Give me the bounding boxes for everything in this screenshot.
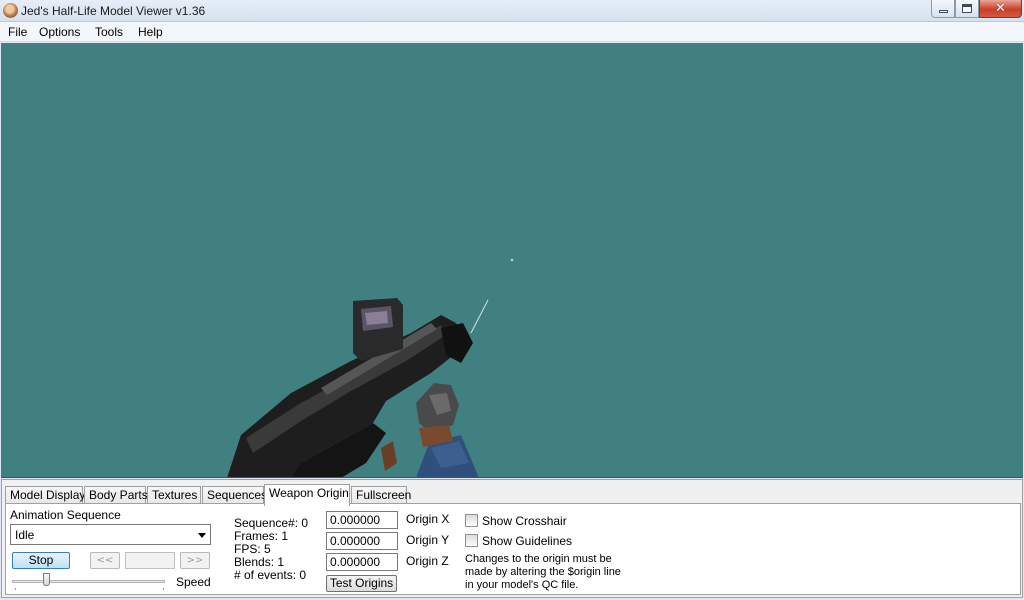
show-guidelines-label[interactable]: Show Guidelines [482, 534, 572, 548]
prev-frame-button[interactable]: << [90, 552, 120, 569]
chevron-down-icon [198, 533, 206, 538]
note-line: made by altering the $origin line [465, 566, 621, 578]
control-panel: Model Display Body Parts Textures Sequen… [1, 479, 1023, 598]
menu-file[interactable]: File [8, 25, 27, 39]
close-icon: ✕ [995, 1, 1006, 16]
close-button[interactable]: ✕ [979, 0, 1022, 18]
animation-sequence-select[interactable]: Idle [10, 524, 211, 545]
origin-x-label: Origin X [406, 512, 450, 526]
origin-note: Changes to the origin must be made by al… [465, 553, 635, 592]
title-bar[interactable]: Jed's Half-Life Model Viewer v1.36 ✕ [0, 0, 1024, 22]
speed-slider[interactable] [12, 572, 166, 590]
show-crosshair-label[interactable]: Show Crosshair [482, 514, 567, 528]
test-origins-button[interactable]: Test Origins [326, 575, 397, 592]
origin-y-input[interactable] [326, 532, 398, 550]
model-viewport[interactable] [1, 43, 1023, 478]
minimize-icon [938, 10, 948, 13]
slider-tick [163, 588, 164, 590]
app-icon [3, 3, 18, 18]
fps-value: FPS: 5 [234, 542, 271, 556]
next-frame-button[interactable]: >> [180, 552, 210, 569]
tab-model-display[interactable]: Model Display [5, 486, 85, 504]
restore-button[interactable] [955, 0, 979, 18]
speed-label: Speed [176, 575, 211, 589]
show-guidelines-checkbox[interactable] [465, 534, 478, 547]
origin-z-input[interactable] [326, 553, 398, 571]
sequence-number: Sequence#: 0 [234, 516, 309, 530]
blends-count: Blends: 1 [234, 555, 285, 569]
frame-field[interactable] [125, 552, 175, 569]
menu-bar: File Options Tools Help [0, 22, 1024, 42]
origin-z-label: Origin Z [406, 554, 449, 568]
tab-fullscreen[interactable]: Fullscreen [351, 486, 411, 504]
weapon-model [227, 258, 514, 477]
tab-textures[interactable]: Textures [147, 486, 201, 504]
origin-y-label: Origin Y [406, 533, 450, 547]
weapon-origin-page: Animation Sequence Idle Stop << >> Speed… [5, 503, 1021, 595]
tab-sequences[interactable]: Sequences [202, 486, 267, 504]
stop-button[interactable]: Stop [12, 552, 70, 569]
selected-sequence: Idle [15, 528, 35, 542]
minimize-button[interactable] [931, 0, 955, 18]
menu-help[interactable]: Help [138, 25, 163, 39]
menu-options[interactable]: Options [39, 25, 80, 39]
tab-body-parts[interactable]: Body Parts [84, 486, 148, 504]
note-line: in your model's QC file. [465, 579, 579, 591]
slider-tick [15, 588, 16, 590]
window-title: Jed's Half-Life Model Viewer v1.36 [21, 4, 206, 18]
restore-icon [962, 4, 972, 13]
slider-track [12, 580, 165, 583]
events-count: # of events: 0 [234, 568, 307, 582]
tab-weapon-origin[interactable]: Weapon Origin [264, 484, 350, 506]
animation-sequence-label: Animation Sequence [10, 508, 121, 522]
show-crosshair-checkbox[interactable] [465, 514, 478, 527]
menu-tools[interactable]: Tools [95, 25, 123, 39]
origin-x-input[interactable] [326, 511, 398, 529]
frames-count: Frames: 1 [234, 529, 289, 543]
note-line: Changes to the origin must be [465, 553, 612, 565]
slider-thumb[interactable] [43, 573, 50, 586]
